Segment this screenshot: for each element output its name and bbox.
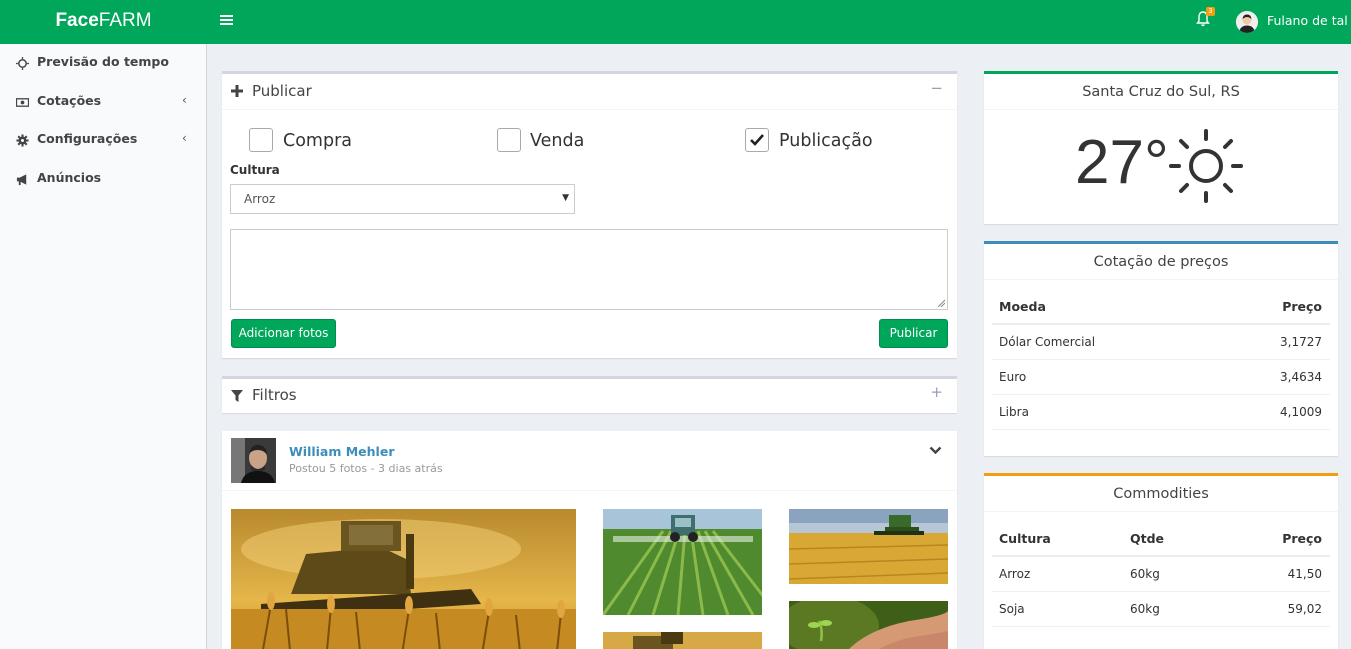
post-photo-tractor-spraying[interactable] <box>603 509 762 615</box>
sidebar-item-label: Previsão do tempo <box>37 54 169 69</box>
divider <box>984 511 1338 512</box>
menu-toggle-icon[interactable] <box>220 15 233 28</box>
quotes-header-currency: Moeda <box>999 299 1046 314</box>
commodities-header-culture: Cultura <box>999 531 1051 546</box>
megaphone-icon <box>16 174 27 186</box>
post-author-avatar[interactable] <box>231 438 276 483</box>
weather-box: Santa Cruz do Sul, RS 27° <box>984 71 1338 224</box>
user-avatar[interactable] <box>1236 11 1258 33</box>
sidebar-item-label: Anúncios <box>37 170 102 185</box>
caret-down-icon: ▼ <box>562 193 569 203</box>
sun-icon <box>1169 129 1243 203</box>
commodity-culture: Arroz <box>999 567 1031 581</box>
sidebar: Previsão do tempo Cotações ‹ Configuraçõ… <box>0 44 207 649</box>
quote-currency: Libra <box>999 405 1029 419</box>
commodities-header-price: Preço <box>1282 531 1322 546</box>
venda-checkbox[interactable] <box>497 128 521 152</box>
gear-icon <box>16 134 29 147</box>
sidebar-item-anuncios[interactable]: Anúncios <box>0 164 207 194</box>
checkmark-icon <box>750 134 764 146</box>
publish-box: Publicar − Compra Venda Publicação Cultu… <box>222 71 957 358</box>
commodity-culture: Soja <box>999 602 1025 616</box>
post-photo-golden-field[interactable] <box>789 509 948 584</box>
commodities-header-qty: Qtde <box>1130 531 1165 546</box>
sidebar-item-label: Cotações <box>37 93 102 108</box>
quote-price: 3,4634 <box>1280 370 1322 384</box>
compra-label: Compra <box>283 131 353 151</box>
chevron-down-icon[interactable] <box>929 446 942 455</box>
culture-select-value: Arroz <box>244 192 276 206</box>
quotes-title: Cotação de preços <box>1093 254 1229 270</box>
commodities-box: Commodities Cultura Qtde Preço Arroz 60k… <box>984 473 1338 649</box>
weather-city: Santa Cruz do Sul, RS <box>1082 84 1240 100</box>
divider <box>984 279 1338 280</box>
sidebar-item-cotacoes[interactable]: Cotações ‹ <box>0 87 207 117</box>
publish-title: Publicar <box>252 82 312 100</box>
quote-price: 4,1009 <box>1280 405 1322 419</box>
publish-box-header: Publicar − <box>222 74 957 110</box>
money-icon <box>16 98 29 107</box>
add-photos-button[interactable]: Adicionar fotos <box>231 319 336 348</box>
filters-title: Filtros <box>252 386 297 404</box>
commodity-qty: 60kg <box>1130 567 1160 581</box>
compra-checkbox[interactable] <box>249 128 273 152</box>
notification-count-badge: 3 <box>1206 7 1215 16</box>
commodity-qty: 60kg <box>1130 602 1160 616</box>
post-box: William Mehler Postou 5 fotos - 3 dias a… <box>222 431 957 649</box>
expand-plus-icon[interactable]: + <box>930 383 943 401</box>
culture-select[interactable]: Arroz ▼ <box>230 184 575 214</box>
publicacao-label: Publicação <box>779 131 873 151</box>
post-text-input[interactable] <box>230 229 948 310</box>
commodities-title: Commodities <box>1113 486 1209 502</box>
chevron-left-icon: ‹ <box>182 93 187 107</box>
post-description: Postou 5 fotos - 3 dias atrás <box>289 462 443 475</box>
culture-label: Cultura <box>230 163 280 177</box>
quote-currency: Dólar Comercial <box>999 335 1096 349</box>
commodity-price: 41,50 <box>1287 567 1322 581</box>
top-navbar: FaceFARM 3 Fulano de tal <box>0 0 1351 44</box>
sun-icon <box>16 57 29 70</box>
publicacao-checkbox[interactable] <box>745 128 769 152</box>
post-author-name[interactable]: William Mehler <box>289 444 394 459</box>
filters-box: Filtros + <box>222 376 957 413</box>
plus-icon <box>231 85 243 97</box>
quotes-header-price: Preço <box>1282 299 1322 314</box>
app-logo[interactable]: FaceFARM <box>0 0 207 44</box>
divider <box>222 490 957 491</box>
post-photo-combine-harvester[interactable] <box>231 509 576 649</box>
resize-grip-icon[interactable] <box>937 299 945 307</box>
post-photo-sprout-hands[interactable] <box>789 601 948 649</box>
quote-price: 3,1727 <box>1280 335 1322 349</box>
divider <box>984 109 1338 110</box>
weather-temperature: 27° <box>1075 128 1169 197</box>
collapse-minus-icon[interactable]: − <box>930 79 943 97</box>
sidebar-item-previsao[interactable]: Previsão do tempo <box>0 48 207 78</box>
filter-icon <box>231 390 243 402</box>
venda-label: Venda <box>530 131 585 151</box>
quote-currency: Euro <box>999 370 1027 384</box>
user-name[interactable]: Fulano de tal <box>1267 13 1348 28</box>
sidebar-item-configuracoes[interactable]: Configurações ‹ <box>0 125 207 155</box>
publish-button[interactable]: Publicar <box>879 319 948 348</box>
post-photo-combine-2[interactable] <box>603 632 762 649</box>
sidebar-item-label: Configurações <box>37 131 138 146</box>
chevron-left-icon: ‹ <box>182 131 187 145</box>
commodity-price: 59,02 <box>1287 602 1322 616</box>
quotes-box: Cotação de preços Moeda Preço Dólar Come… <box>984 241 1338 456</box>
